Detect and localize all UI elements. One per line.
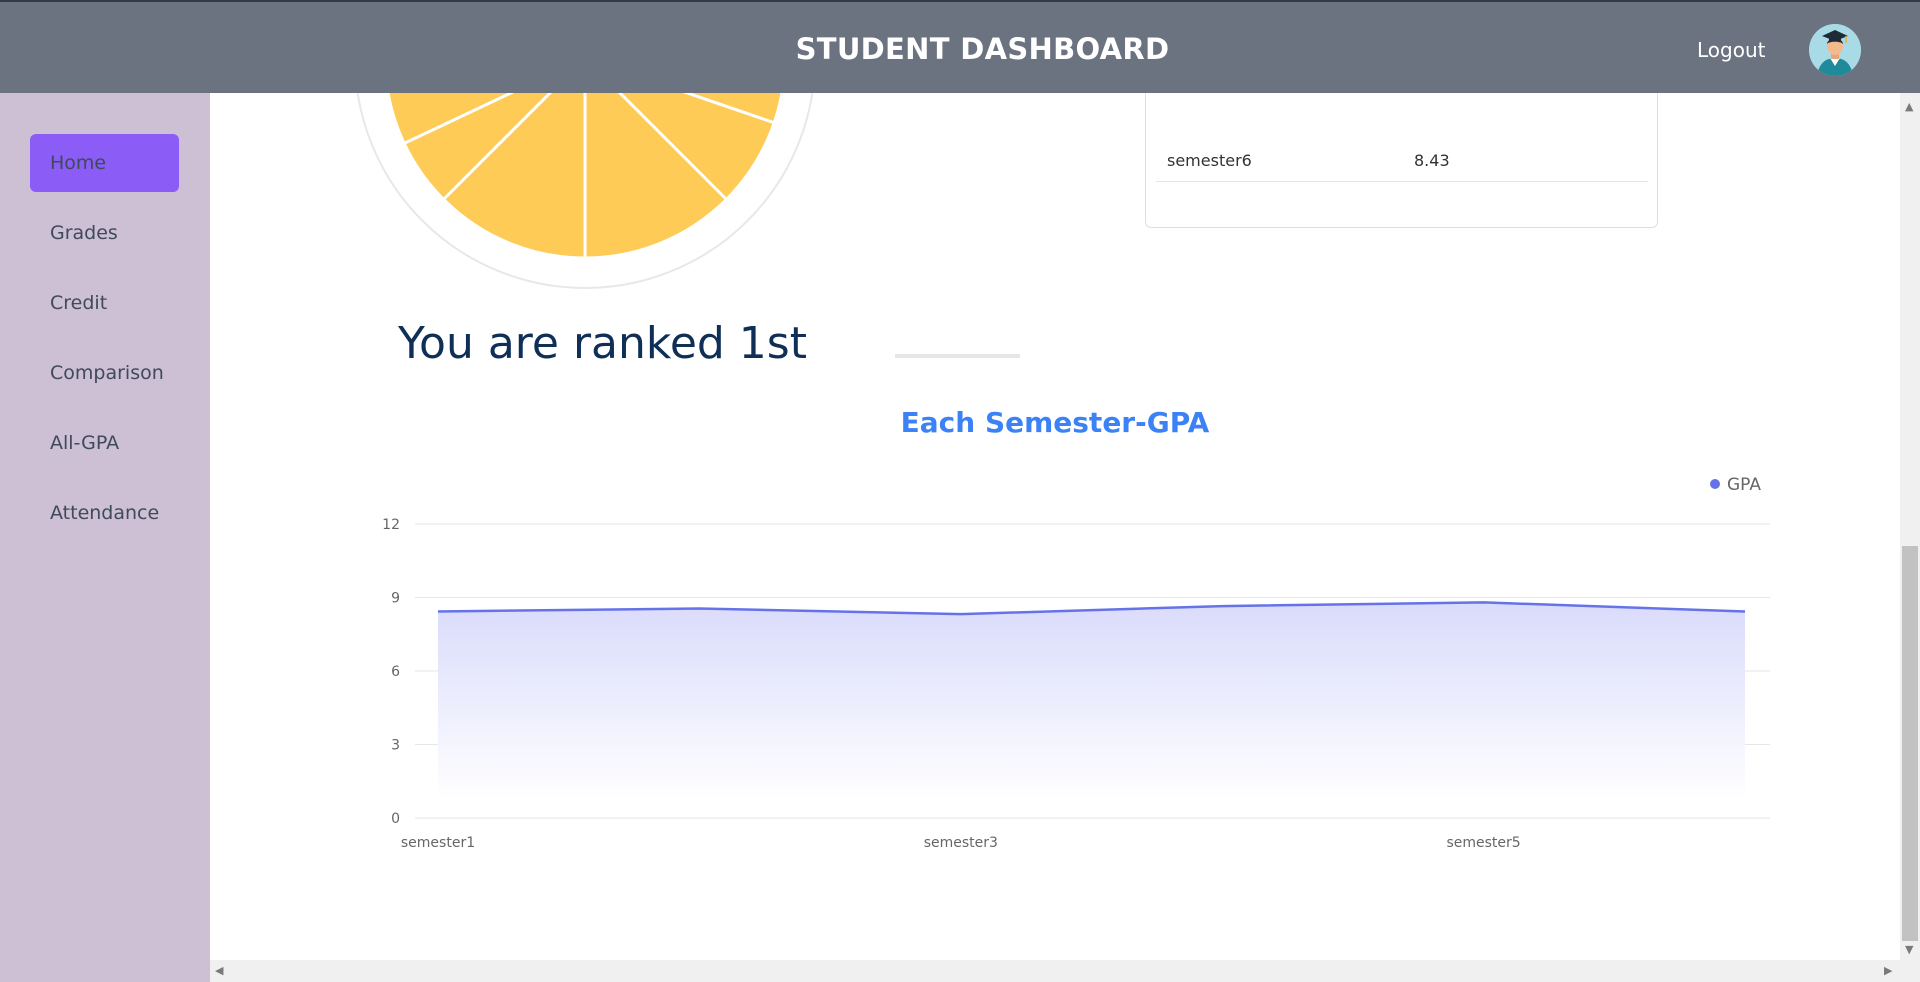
page-title: STUDENT DASHBOARD	[795, 32, 1170, 66]
scroll-left-icon[interactable]: ◀	[215, 965, 223, 976]
table-row: semester6 8.43	[1156, 142, 1648, 182]
scroll-down-icon[interactable]: ▼	[1905, 944, 1913, 955]
app-header: STUDENT DASHBOARD Logout	[0, 0, 1920, 93]
sidebar-item-home[interactable]: Home	[30, 134, 179, 192]
sidebar-item-all-gpa[interactable]: All-GPA	[30, 414, 179, 472]
horizontal-scrollbar[interactable]	[210, 960, 1920, 982]
vertical-scrollbar-thumb[interactable]	[1902, 546, 1918, 941]
table-cell-gpa: 8.43	[1414, 151, 1450, 170]
sidebar-item-comparison[interactable]: Comparison	[30, 344, 179, 402]
chart-title: Each Semester-GPA	[900, 406, 1210, 439]
main-content: semester6 8.43	[210, 93, 1900, 960]
sidebar: Home Grades Credit Comparison All-GPA At…	[0, 93, 210, 982]
sidebar-item-credit[interactable]: Credit	[30, 274, 179, 332]
divider	[895, 354, 1020, 358]
graduate-avatar-icon	[1809, 24, 1861, 76]
gpa-table: semester6 8.43	[1145, 93, 1658, 228]
logout-button[interactable]: Logout	[1697, 38, 1765, 62]
table-cell-semester: semester6	[1167, 151, 1252, 170]
scroll-up-icon[interactable]: ▲	[1905, 101, 1913, 112]
scroll-right-icon[interactable]: ▶	[1884, 965, 1892, 976]
rank-heading: You are ranked 1st	[398, 318, 807, 369]
sidebar-item-grades[interactable]: Grades	[30, 204, 179, 262]
sidebar-item-attendance[interactable]: Attendance	[30, 484, 179, 542]
avatar[interactable]	[1809, 24, 1861, 76]
pie-chart	[350, 93, 820, 293]
